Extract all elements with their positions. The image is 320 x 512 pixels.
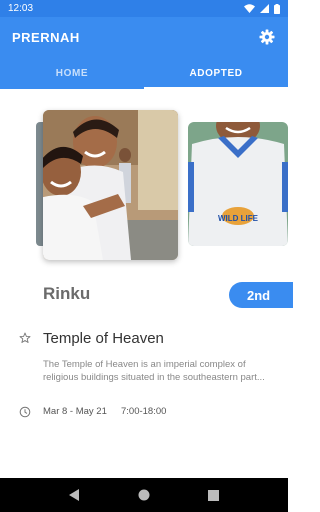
tab-bar: HOME ADOPTED [0,57,288,89]
place-description: The Temple of Heaven is an imperial comp… [43,359,265,383]
back-button[interactable] [68,488,82,502]
shirt-logo-text: WILD LIFE [218,214,259,223]
tab-adopted[interactable]: ADOPTED [144,57,288,89]
clock-icon [19,406,31,418]
person-name: Rinku [43,284,91,303]
tab-home[interactable]: HOME [0,57,144,89]
app-title: PRERNAH [12,29,80,45]
children-photo [43,110,178,260]
settings-button[interactable] [258,28,276,46]
child-shirt-photo: WILD LIFE [188,122,288,246]
battery-icon [274,3,280,14]
status-bar: 12:03 [0,0,288,17]
app-bar: PRERNAH [0,17,288,57]
opening-hours: 7:00-18:00 [121,406,167,417]
status-time: 12:03 [8,3,34,14]
place-row: Temple of Heaven [0,330,288,350]
back-icon [69,489,80,501]
date-range: Mar 8 - May 21 [43,406,107,417]
system-nav-bar [0,478,288,512]
carousel-card-next[interactable]: WILD LIFE [188,122,288,246]
rank-button[interactable]: 2nd [229,282,293,308]
recents-button[interactable] [206,488,220,502]
profile-row: Rinku 2nd [0,280,293,310]
star-outline-icon[interactable] [19,332,31,344]
wifi-icon [244,4,255,13]
recents-icon [207,489,219,501]
date-row: Mar 8 - May 21 7:00-18:00 [0,405,288,421]
photo-carousel[interactable]: WILD LIFE [0,100,288,270]
status-icons [244,3,280,14]
place-title: Temple of Heaven [43,330,164,347]
signal-icon [260,4,269,13]
carousel-card-main[interactable] [43,110,178,260]
gear-icon [259,29,275,45]
home-button[interactable] [137,488,151,502]
home-icon [138,489,150,501]
